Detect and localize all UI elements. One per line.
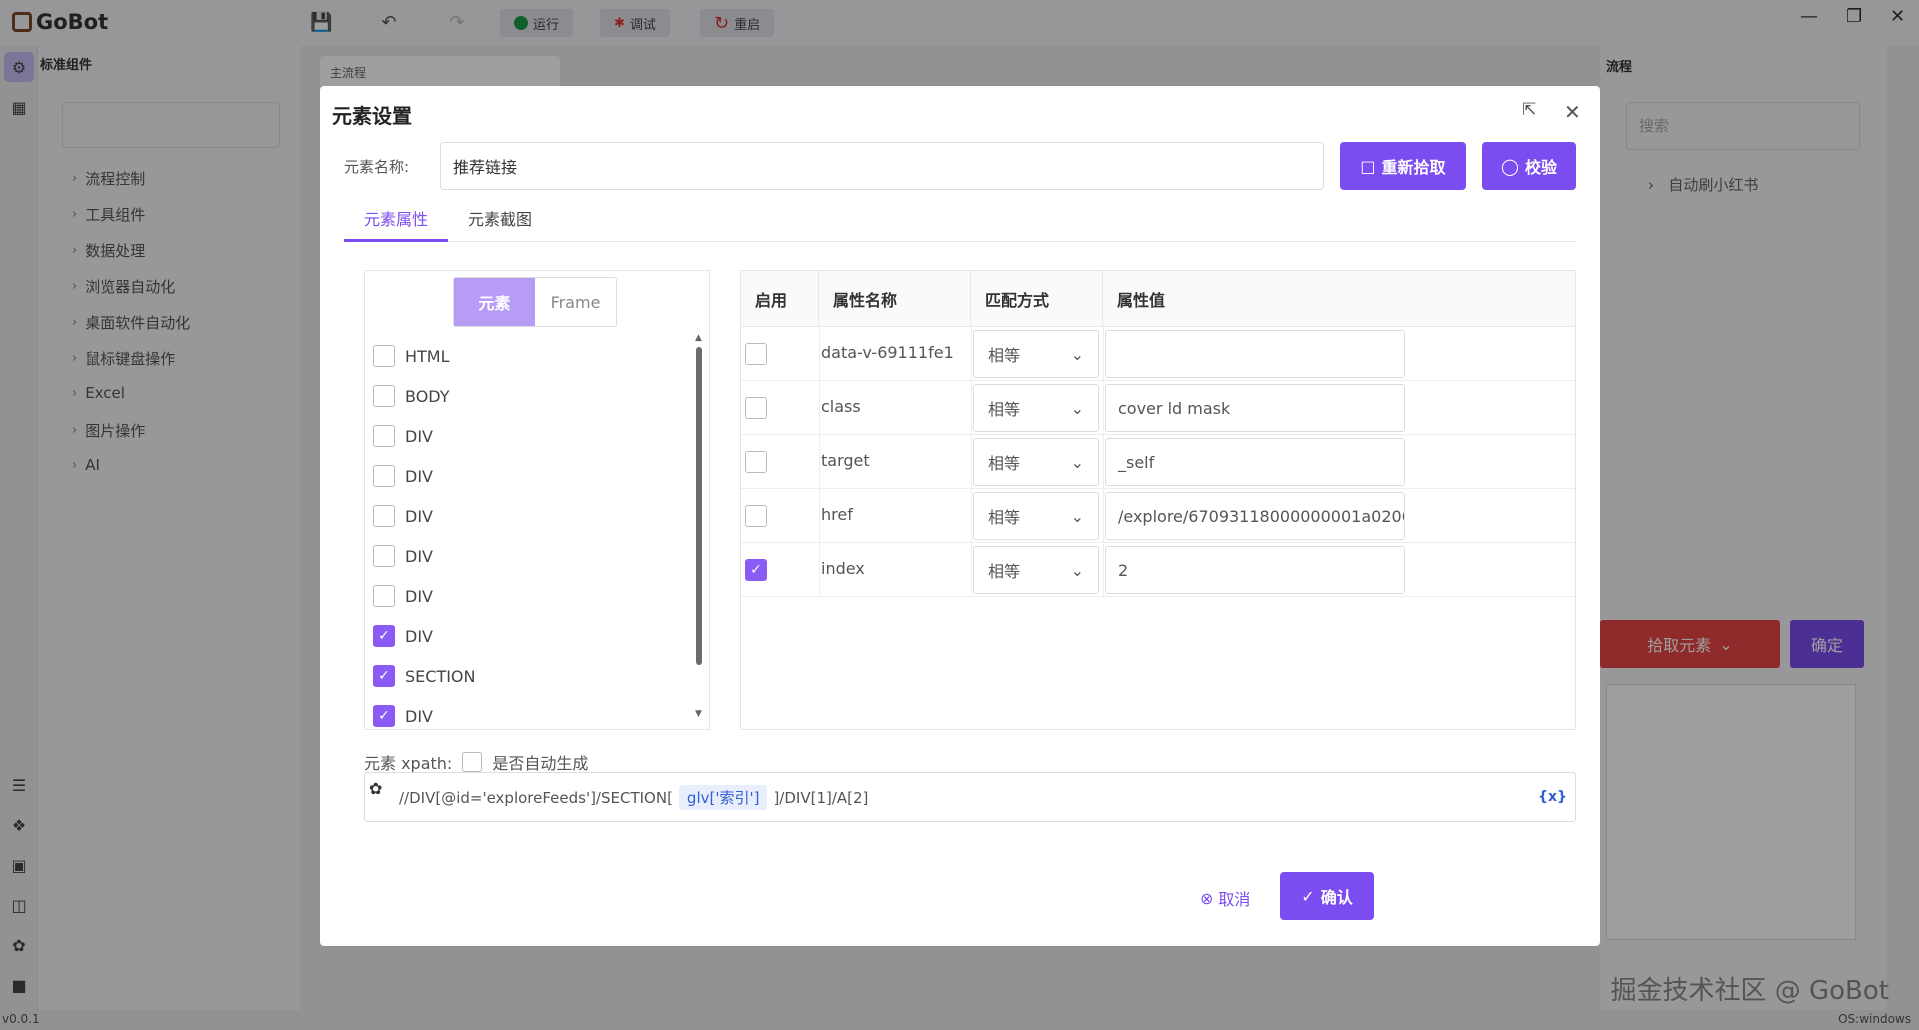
check-icon: ✓ <box>1301 886 1315 906</box>
enable-checkbox[interactable] <box>745 451 767 473</box>
scroll-up-icon[interactable]: ▲ <box>695 333 702 343</box>
python-icon: ✿ <box>369 779 383 798</box>
element-checkbox[interactable] <box>373 345 395 367</box>
xpath-text: //DIV[@id='exploreFeeds']/SECTION[ glv['… <box>399 785 868 810</box>
table-row: target 相等 ⌄ _self <box>741 435 1575 489</box>
close-dialog-icon[interactable]: ✕ <box>1564 100 1581 124</box>
attr-name: class <box>821 397 861 416</box>
enable-checkbox[interactable] <box>745 343 767 365</box>
match-select[interactable]: 相等 ⌄ <box>973 546 1099 594</box>
table-row: ✓ index 相等 ⌄ 2 <box>741 543 1575 597</box>
element-list-scrollbar[interactable]: ▲ ▼ <box>695 333 703 723</box>
table-row: data-v-69111fe1 相等 ⌄ <box>741 327 1575 381</box>
xpath-variable[interactable]: glv['索引'] <box>678 785 768 810</box>
col-attr-name: 属性名称 <box>819 271 971 327</box>
match-select[interactable]: 相等 ⌄ <box>973 492 1099 540</box>
attr-value-input[interactable]: _self <box>1105 438 1405 486</box>
list-item[interactable]: BODY <box>373 385 450 407</box>
list-item[interactable]: ✓ SECTION <box>373 665 476 687</box>
attr-value-input[interactable] <box>1105 330 1405 378</box>
element-name-label: 元素名称: <box>344 158 410 176</box>
element-settings-dialog: 元素设置 ⇱ ✕ 元素名称: □ 重新拾取 ◯ 校验 元素属性 元素截图 元素 … <box>320 86 1600 946</box>
confirm-button[interactable]: ✓ 确认 <box>1280 872 1374 920</box>
maximize-icon[interactable]: ⇱ <box>1522 100 1536 120</box>
attr-name: href <box>821 505 853 524</box>
col-match: 匹配方式 <box>971 271 1103 327</box>
enable-checkbox-checked[interactable]: ✓ <box>745 559 767 581</box>
tab-element-screenshot[interactable]: 元素截图 <box>468 206 532 230</box>
list-item[interactable]: DIV <box>373 585 433 607</box>
element-checkbox[interactable] <box>373 585 395 607</box>
attr-name: data-v-69111fe1 <box>821 343 954 362</box>
list-item[interactable]: DIV <box>373 465 433 487</box>
col-attr-value: 属性值 <box>1103 271 1575 327</box>
cancel-icon: ⊗ <box>1200 888 1214 908</box>
segment-element[interactable]: 元素 <box>454 278 535 326</box>
xpath-label-row: 元素 xpath: 是否自动生成 <box>364 752 589 773</box>
table-row: class 相等 ⌄ cover ld mask <box>741 381 1575 435</box>
cancel-button[interactable]: ⊗ 取消 <box>1200 886 1250 910</box>
dialog-tabs: 元素属性 元素截图 <box>344 198 1576 242</box>
verify-icon: ◯ <box>1501 156 1519 176</box>
attr-value-input[interactable]: cover ld mask <box>1105 384 1405 432</box>
element-name-input[interactable] <box>440 142 1324 190</box>
list-item[interactable]: ✓ DIV <box>373 625 433 647</box>
element-checkbox-checked[interactable]: ✓ <box>373 665 395 687</box>
enable-checkbox[interactable] <box>745 397 767 419</box>
match-select[interactable]: 相等 ⌄ <box>973 438 1099 486</box>
variable-insert-icon[interactable]: {x} <box>1538 789 1567 805</box>
col-enabled: 启用 <box>741 271 819 327</box>
element-checkbox-checked[interactable]: ✓ <box>373 625 395 647</box>
dialog-title: 元素设置 <box>332 104 412 128</box>
match-select[interactable]: 相等 ⌄ <box>973 330 1099 378</box>
attr-value-input[interactable]: 2 <box>1105 546 1405 594</box>
chevron-down-icon: ⌄ <box>1070 452 1084 472</box>
list-item[interactable]: ✓ DIV <box>373 705 433 727</box>
chevron-down-icon: ⌄ <box>1070 506 1084 526</box>
list-item[interactable]: DIV <box>373 425 433 447</box>
attr-value-input[interactable]: /explore/67093118000000001a020665?xsec_ <box>1105 492 1405 540</box>
chevron-down-icon: ⌄ <box>1070 344 1084 364</box>
element-checkbox[interactable] <box>373 505 395 527</box>
enable-checkbox[interactable] <box>745 505 767 527</box>
attr-name: index <box>821 559 865 578</box>
repick-icon: □ <box>1360 156 1376 176</box>
table-row: href 相等⌄ /explore/67093118000000001a0206… <box>741 489 1575 543</box>
chevron-down-icon: ⌄ <box>1070 398 1084 418</box>
element-frame-toggle: 元素 Frame <box>453 277 617 327</box>
tab-element-attributes[interactable]: 元素属性 <box>364 206 428 230</box>
segment-frame[interactable]: Frame <box>535 278 616 326</box>
match-select[interactable]: 相等 ⌄ <box>973 384 1099 432</box>
chevron-down-icon: ⌄ <box>1070 560 1084 580</box>
list-item[interactable]: DIV <box>373 505 433 527</box>
element-checkbox-checked[interactable]: ✓ <box>373 705 395 727</box>
verify-button[interactable]: ◯ 校验 <box>1482 142 1576 190</box>
repick-button[interactable]: □ 重新拾取 <box>1340 142 1466 190</box>
scroll-thumb[interactable] <box>696 347 702 665</box>
attr-name: target <box>821 451 870 470</box>
element-checkbox[interactable] <box>373 425 395 447</box>
element-checkbox[interactable] <box>373 465 395 487</box>
attribute-table: 启用 属性名称 匹配方式 属性值 data-v-69111fe1 相等 ⌄ cla… <box>740 270 1576 730</box>
element-checkbox[interactable] <box>373 385 395 407</box>
list-item[interactable]: HTML <box>373 345 450 367</box>
xpath-input[interactable]: ✿ //DIV[@id='exploreFeeds']/SECTION[ glv… <box>364 772 1576 822</box>
element-checkbox[interactable] <box>373 545 395 567</box>
auto-generate-checkbox[interactable] <box>462 752 483 772</box>
list-item[interactable]: DIV <box>373 545 433 567</box>
element-hierarchy-panel: 元素 Frame HTML BODY DIV DIV DIV DIV DIV ✓… <box>364 270 710 730</box>
scroll-down-icon[interactable]: ▼ <box>695 709 702 719</box>
